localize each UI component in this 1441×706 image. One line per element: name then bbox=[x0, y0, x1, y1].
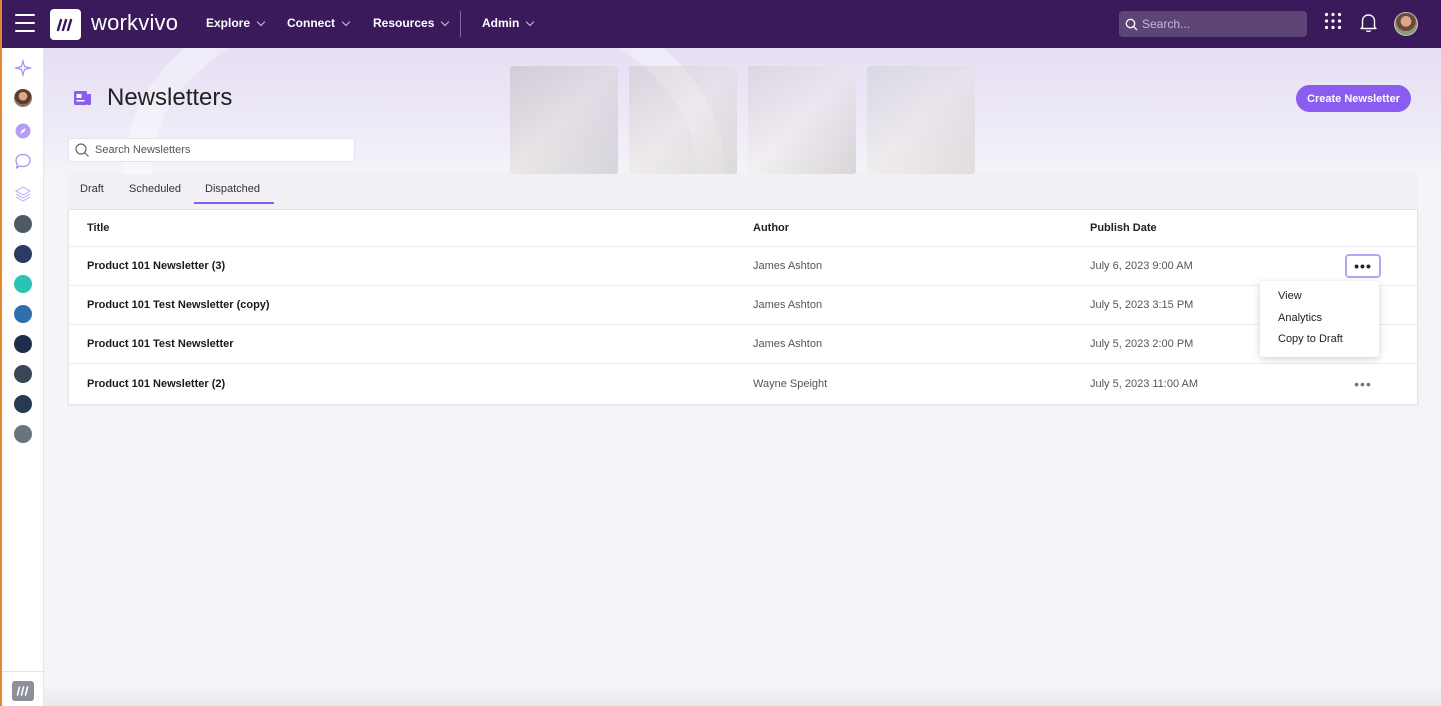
newsletter-search[interactable] bbox=[68, 138, 355, 162]
workvivo-logo-icon[interactable] bbox=[50, 9, 81, 40]
newsletter-tabs: Draft Scheduled Dispatched bbox=[68, 174, 1418, 210]
chevron-down-icon bbox=[256, 17, 266, 26]
newsletter-publish-date: July 5, 2023 3:15 PM bbox=[1090, 299, 1194, 311]
newsletter-author: Wayne Speight bbox=[753, 378, 828, 390]
hero-photo-1 bbox=[510, 66, 618, 174]
compass-icon[interactable] bbox=[14, 122, 32, 140]
newsletter-title[interactable]: Product 101 Newsletter (2) bbox=[87, 378, 225, 390]
global-search[interactable] bbox=[1119, 11, 1307, 37]
newsletter-publish-date: July 5, 2023 11:00 AM bbox=[1090, 378, 1199, 390]
search-icon bbox=[1125, 18, 1138, 30]
hamburger-menu-icon[interactable] bbox=[15, 14, 35, 32]
profile-avatar[interactable] bbox=[14, 89, 32, 107]
table-row[interactable]: Product 101 Newsletter (3) James Ashton … bbox=[69, 247, 1417, 286]
row-actions-menu: View Analytics Copy to Draft bbox=[1260, 281, 1379, 357]
newsletters-table: Title Author Publish Date Product 101 Ne… bbox=[68, 210, 1418, 405]
row-actions-button[interactable]: ••• bbox=[1345, 372, 1381, 396]
newsletter-author: James Ashton bbox=[753, 260, 823, 272]
nav-admin-label: Admin bbox=[482, 16, 520, 30]
column-header-title[interactable]: Title bbox=[87, 222, 109, 234]
space-icon-2[interactable] bbox=[14, 245, 32, 263]
space-icon-6[interactable] bbox=[14, 365, 32, 383]
nav-connect[interactable]: Connect bbox=[287, 16, 351, 30]
menu-item-view[interactable]: View bbox=[1260, 289, 1379, 311]
sidebar-footer bbox=[2, 671, 44, 706]
newsletter-author: James Ashton bbox=[753, 338, 823, 350]
create-newsletter-button[interactable]: Create Newsletter bbox=[1296, 85, 1411, 112]
table-row[interactable]: Product 101 Test Newsletter (copy) James… bbox=[69, 286, 1417, 325]
nav-connect-label: Connect bbox=[287, 16, 335, 30]
newsletter-author: James Ashton bbox=[753, 299, 823, 311]
newsletter-publish-date: July 5, 2023 2:00 PM bbox=[1090, 338, 1194, 350]
sparkle-icon[interactable] bbox=[14, 59, 32, 77]
active-tab-indicator bbox=[194, 202, 274, 204]
table-row[interactable]: Product 101 Test Newsletter James Ashton… bbox=[69, 325, 1417, 364]
hero-photo-3 bbox=[748, 66, 856, 174]
space-icon-5[interactable] bbox=[14, 335, 32, 353]
left-sidebar bbox=[2, 48, 44, 706]
layers-icon[interactable] bbox=[14, 185, 32, 203]
nav-divider bbox=[460, 11, 461, 37]
bell-icon[interactable] bbox=[1359, 12, 1378, 33]
table-row[interactable]: Product 101 Newsletter (2) Wayne Speight… bbox=[69, 365, 1417, 404]
space-icon-3[interactable] bbox=[14, 275, 32, 293]
space-icon-4[interactable] bbox=[14, 305, 32, 323]
nav-admin[interactable]: Admin bbox=[482, 16, 535, 30]
column-header-publish-date[interactable]: Publish Date bbox=[1090, 222, 1157, 234]
workvivo-mini-logo-icon[interactable] bbox=[12, 681, 34, 701]
row-actions-button[interactable]: ••• bbox=[1345, 254, 1381, 278]
newsletter-title[interactable]: Product 101 Test Newsletter (copy) bbox=[87, 299, 270, 311]
app-name[interactable]: workvivo bbox=[91, 10, 178, 36]
newsletter-publish-date: July 6, 2023 9:00 AM bbox=[1090, 260, 1193, 272]
nav-resources-label: Resources bbox=[373, 16, 435, 30]
global-search-input[interactable] bbox=[1142, 17, 1302, 31]
nav-explore-label: Explore bbox=[206, 16, 251, 30]
newsletter-title[interactable]: Product 101 Test Newsletter bbox=[87, 338, 234, 350]
nav-resources[interactable]: Resources bbox=[373, 16, 450, 30]
hero-photo-4 bbox=[867, 66, 975, 174]
tab-draft[interactable]: Draft bbox=[80, 183, 104, 195]
chevron-down-icon bbox=[341, 17, 351, 26]
top-navigation-bar: workvivo Explore Connect Resources Admin bbox=[0, 0, 1441, 48]
space-icon-7[interactable] bbox=[14, 395, 32, 413]
apps-grid-icon[interactable] bbox=[1324, 12, 1342, 30]
nav-explore[interactable]: Explore bbox=[206, 16, 266, 30]
space-icon-1[interactable] bbox=[14, 215, 32, 233]
newsletter-icon bbox=[74, 91, 91, 105]
page-title: Newsletters bbox=[107, 84, 233, 111]
menu-item-copy-to-draft[interactable]: Copy to Draft bbox=[1260, 332, 1379, 354]
tab-dispatched[interactable]: Dispatched bbox=[205, 183, 260, 195]
column-header-author[interactable]: Author bbox=[753, 222, 789, 234]
newsletter-title[interactable]: Product 101 Newsletter (3) bbox=[87, 260, 225, 272]
space-icon-8[interactable] bbox=[14, 425, 32, 443]
window-edge bbox=[0, 0, 2, 706]
menu-item-analytics[interactable]: Analytics bbox=[1260, 311, 1379, 333]
user-avatar[interactable] bbox=[1394, 12, 1418, 36]
chevron-down-icon bbox=[441, 17, 450, 26]
tab-scheduled[interactable]: Scheduled bbox=[129, 183, 181, 195]
newsletter-search-input[interactable] bbox=[95, 144, 345, 156]
bottom-shadow bbox=[44, 686, 1441, 706]
search-icon bbox=[75, 143, 89, 157]
chevron-down-icon bbox=[526, 17, 535, 26]
hero-photo-2 bbox=[629, 66, 737, 174]
chat-bubble-icon[interactable] bbox=[14, 152, 32, 170]
table-header: Title Author Publish Date bbox=[69, 210, 1417, 247]
